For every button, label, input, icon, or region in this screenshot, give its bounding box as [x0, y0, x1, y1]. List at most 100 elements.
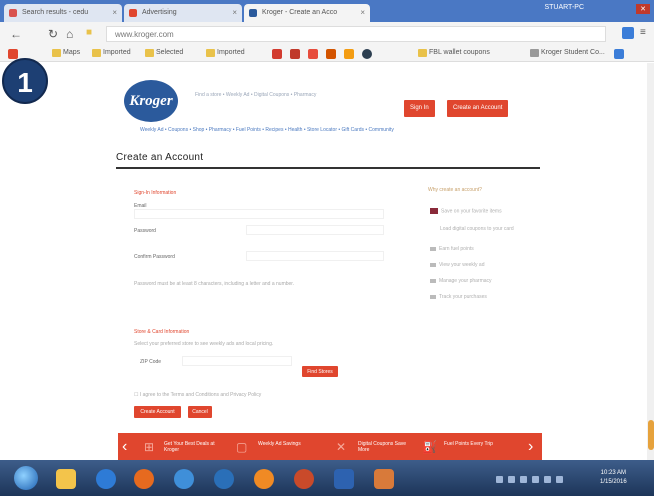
flag-icon: [430, 208, 438, 214]
sidebar-item: Load digital coupons to your card: [440, 226, 514, 232]
bookmark-imported-2[interactable]: Imported: [206, 49, 245, 57]
tag-icon: ⊞: [144, 440, 155, 454]
clock[interactable]: 10:23 AM 1/15/2016: [600, 469, 627, 487]
browser-tab-strip: Search results - cedu × Advertising × Kr…: [0, 0, 654, 22]
section-signin-label: Sign-In Information: [134, 190, 177, 196]
sidebar-item: Earn fuel points: [430, 246, 474, 252]
sidebar-item: View your weekly ad: [430, 262, 485, 268]
ie-icon[interactable]: [96, 469, 116, 489]
zip-label: ZIP Code: [140, 359, 162, 365]
promo-item[interactable]: Fuel Points Every Trip: [444, 441, 504, 447]
promo-item[interactable]: Get Your Best Deals at Kroger: [164, 441, 224, 453]
scissors-icon: ✕: [336, 440, 347, 454]
title-divider: [116, 167, 540, 169]
sidebar-item: Manage your pharmacy: [430, 278, 492, 284]
browser-toolbar: ← ↻ ⌂ ■ www.kroger.com ≡: [0, 22, 654, 46]
app-icon[interactable]: [254, 469, 274, 489]
confirm-password-label: Confirm Password: [134, 254, 175, 260]
clock-time: 10:23 AM: [600, 470, 627, 476]
word-icon[interactable]: [334, 469, 354, 489]
app-icon[interactable]: [294, 469, 314, 489]
zip-field[interactable]: [182, 356, 292, 366]
email-field[interactable]: [134, 209, 384, 219]
file-explorer-icon[interactable]: [56, 469, 76, 489]
kroger-favicon-icon: [249, 9, 257, 17]
scrollbar[interactable]: [647, 63, 654, 460]
department-nav[interactable]: Weekly Ad • Coupons • Shop • Pharmacy • …: [140, 127, 524, 133]
clock-date: 1/15/2016: [600, 479, 627, 485]
close-icon[interactable]: ×: [232, 8, 237, 17]
chevron-right-icon[interactable]: ›: [528, 438, 533, 456]
promo-item[interactable]: Digital Coupons Save More: [358, 441, 418, 453]
menu-icon[interactable]: ≡: [640, 27, 646, 38]
bookmark-icon[interactable]: [308, 49, 318, 59]
bookmark-maps[interactable]: Maps: [52, 49, 80, 57]
tray-icon[interactable]: [520, 476, 527, 483]
bookmark-icon[interactable]: [272, 49, 282, 59]
tray-icon[interactable]: [496, 476, 503, 483]
bullet-icon: [430, 262, 436, 267]
extension-icon[interactable]: [622, 27, 634, 39]
sidebar-item: Track your purchases: [430, 294, 487, 300]
password-label: Password: [134, 228, 156, 234]
folder-icon: [52, 49, 61, 57]
reload-icon[interactable]: ↻: [48, 27, 58, 41]
web-page: [0, 63, 654, 460]
page-title: Create an Account: [116, 152, 204, 163]
window-user-label: STUART-PC: [544, 4, 584, 11]
address-bar[interactable]: www.kroger.com: [106, 26, 606, 42]
bookmark-kroger-student[interactable]: Kroger Student Co...: [530, 49, 605, 57]
chevron-left-icon[interactable]: ‹: [122, 438, 127, 456]
bookmark-icon[interactable]: [290, 49, 300, 59]
tab-advertising[interactable]: Advertising ×: [124, 4, 242, 22]
fuel-icon: ⛽: [422, 440, 437, 454]
create-account-button[interactable]: Create Account: [134, 406, 181, 418]
folder-icon: [206, 49, 215, 57]
network-icon[interactable]: [556, 476, 563, 483]
kroger-logo[interactable]: Kroger: [124, 80, 178, 122]
folder-icon: [145, 49, 154, 57]
bookmark-icon[interactable]: [326, 49, 336, 59]
app-icon[interactable]: [214, 469, 234, 489]
bookmark-imported[interactable]: Imported: [92, 49, 131, 57]
store-hint: Select your preferred store to see weekl…: [134, 341, 274, 347]
password-field[interactable]: [246, 225, 384, 235]
bookmark-icon[interactable]: [344, 49, 354, 59]
folder-icon: [92, 49, 101, 57]
close-icon[interactable]: ×: [360, 8, 365, 17]
header-links[interactable]: Find a store • Weekly Ad • Digital Coupo…: [195, 92, 316, 98]
bookmarks-bar: Maps Imported Selected Imported FBL wall…: [0, 46, 654, 62]
confirm-password-field[interactable]: [246, 251, 384, 261]
volume-icon[interactable]: [544, 476, 551, 483]
bookmark-icon[interactable]: [362, 49, 372, 59]
promo-item[interactable]: Weekly Ad Savings: [258, 441, 318, 447]
bookmark-selected[interactable]: Selected: [145, 49, 183, 57]
bullet-icon: [430, 278, 436, 283]
bookmark-fbl[interactable]: FBL wallet coupons: [418, 49, 490, 57]
close-icon[interactable]: ×: [112, 8, 117, 17]
scrollbar-thumb[interactable]: [648, 420, 654, 450]
sidebar-item: Save on your favorite items: [430, 208, 502, 214]
bookmark-icon[interactable]: [614, 49, 624, 59]
firefox-icon[interactable]: [134, 469, 154, 489]
tray-icon[interactable]: [532, 476, 539, 483]
back-arrow-icon[interactable]: ←: [10, 27, 22, 41]
tray-icon[interactable]: [508, 476, 515, 483]
tab-kroger[interactable]: Kroger - Create an Acco ×: [244, 4, 370, 22]
window-close-button[interactable]: ✕: [636, 4, 650, 14]
app-icon[interactable]: [374, 469, 394, 489]
tab-search[interactable]: Search results - cedu ×: [4, 4, 122, 22]
sign-in-button[interactable]: Sign In: [404, 100, 435, 117]
home-icon[interactable]: ⌂: [66, 27, 73, 41]
folder-icon: [418, 49, 427, 57]
sidebar-title: Why create an account?: [428, 187, 482, 193]
create-account-header-button[interactable]: Create an Account: [447, 100, 509, 117]
password-hint: Password must be at least 8 characters, …: [134, 281, 295, 287]
gmail-icon: [9, 9, 17, 17]
terms-checkbox[interactable]: ☐ I agree to the Terms and Conditions an…: [134, 392, 261, 398]
app-icon[interactable]: [174, 469, 194, 489]
apps-icon[interactable]: [8, 49, 18, 59]
cancel-button[interactable]: Cancel: [188, 406, 212, 418]
start-button[interactable]: [14, 466, 38, 490]
find-store-button[interactable]: Find Stores: [302, 366, 338, 377]
